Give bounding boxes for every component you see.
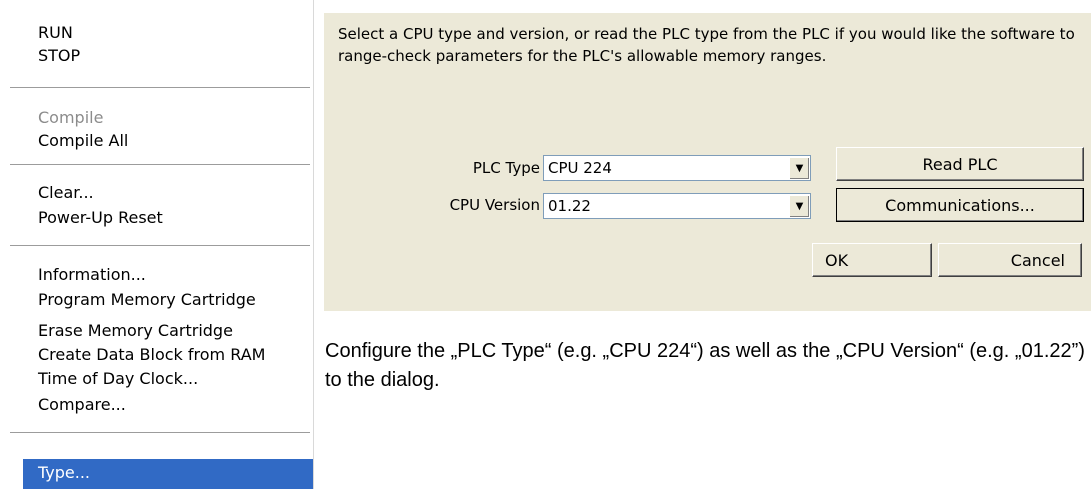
menu-item-run[interactable]: RUN <box>38 22 73 44</box>
menu-separator <box>10 245 310 247</box>
cpu-version-select[interactable]: 01.22 ▼ <box>543 193 811 219</box>
instruction-caption: Configure the „PLC Type“ (e.g. „CPU 224“… <box>325 340 1085 391</box>
menu-item-program-memory-cartridge[interactable]: Program Memory Cartridge <box>38 289 256 311</box>
chevron-down-icon[interactable]: ▼ <box>789 195 809 217</box>
chevron-down-icon[interactable]: ▼ <box>789 157 809 179</box>
cpu-version-value: 01.22 <box>548 197 591 215</box>
menu-item-compile: Compile <box>38 108 104 127</box>
ok-button[interactable]: OK <box>812 243 932 277</box>
plc-type-value: CPU 224 <box>548 159 612 177</box>
plc-type-label: PLC Type <box>472 159 540 177</box>
plc-context-menu: RUN STOP Compile Compile All Clear... Po… <box>0 0 314 489</box>
menu-item-information[interactable]: Information... <box>38 264 146 286</box>
menu-item-time-of-day-clock[interactable]: Time of Day Clock... <box>38 368 198 390</box>
menu-item-type[interactable]: Type... <box>38 462 90 484</box>
dialog-description: Select a CPU type and version, or read t… <box>338 25 1075 65</box>
communications-button[interactable]: Communications... <box>836 188 1084 222</box>
menu-item-power-up-reset[interactable]: Power-Up Reset <box>38 207 163 229</box>
menu-item-create-data-block[interactable]: Create Data Block from RAM <box>38 344 265 366</box>
menu-item-compile-all[interactable]: Compile All <box>38 130 128 152</box>
plc-type-dialog: Select a CPU type and version, or read t… <box>324 13 1091 311</box>
menu-item-erase-memory-cartridge[interactable]: Erase Memory Cartridge <box>38 320 233 342</box>
menu-separator <box>10 87 310 89</box>
read-plc-button[interactable]: Read PLC <box>836 147 1084 181</box>
menu-item-compare[interactable]: Compare... <box>38 394 126 416</box>
menu-separator <box>10 164 310 166</box>
plc-type-select[interactable]: CPU 224 ▼ <box>543 155 811 181</box>
menu-separator <box>10 432 310 434</box>
cancel-button[interactable]: Cancel <box>938 243 1082 277</box>
menu-item-clear[interactable]: Clear... <box>38 182 94 204</box>
menu-item-stop[interactable]: STOP <box>38 45 80 67</box>
cpu-version-label: CPU Version <box>449 196 540 214</box>
